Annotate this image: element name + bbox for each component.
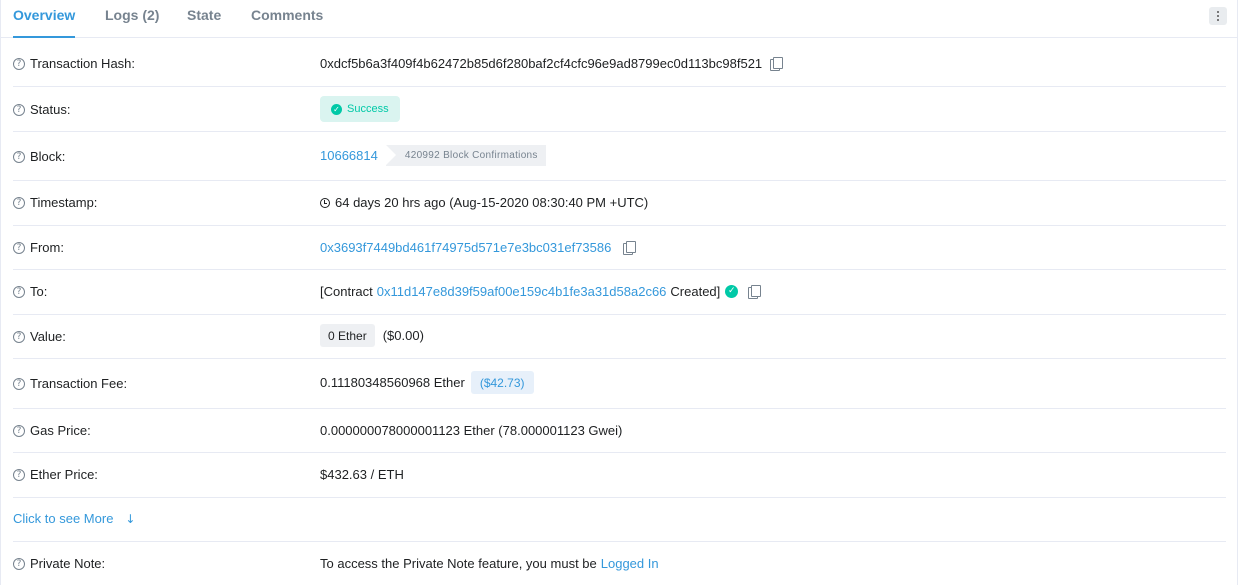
row-gas-price: ? Gas Price: 0.000000078000001123 Ether … <box>13 409 1226 453</box>
question-circle-icon[interactable]: ? <box>13 557 25 570</box>
copy-icon[interactable] <box>770 57 784 71</box>
copy-icon[interactable] <box>748 285 762 299</box>
tab-overview[interactable]: Overview <box>13 0 76 38</box>
row-from: ? From: 0x3693f7449bd461f74975d571e7e3bc… <box>13 226 1226 270</box>
question-circle-icon[interactable]: ? <box>13 330 25 343</box>
label-value: Value: <box>30 329 66 344</box>
to-suffix: Created] <box>670 284 721 299</box>
value-usd: ($0.00) <box>382 328 424 343</box>
row-timestamp: ? Timestamp: 64 days 20 hrs ago (Aug-15-… <box>13 181 1226 226</box>
row-transaction-fee: ? Transaction Fee: 0.11180348560968 Ethe… <box>13 359 1226 409</box>
row-to: ? To: [Contract 0x11d147e8d39f59af00e159… <box>13 270 1226 315</box>
label-to: To: <box>30 284 48 299</box>
row-status: ? Status: ✓ Success <box>13 87 1226 132</box>
check-circle-icon: ✓ <box>725 285 739 298</box>
contract-address-link[interactable]: 0x11d147e8d39f59af00e159c4b1fe3a31d58a2c… <box>377 284 667 299</box>
tab-logs[interactable]: Logs (2) <box>105 0 159 38</box>
from-address-link[interactable]: 0x3693f7449bd461f74975d571e7e3bc031ef735… <box>320 240 611 255</box>
block-number-link[interactable]: 10666814 <box>320 148 378 163</box>
arrow-down-icon: ↓ <box>125 511 136 526</box>
status-badge: ✓ Success <box>320 96 400 122</box>
label-ether-price: Ether Price: <box>30 467 98 482</box>
question-circle-icon[interactable]: ? <box>13 468 25 481</box>
question-circle-icon[interactable]: ? <box>13 377 25 390</box>
see-more-link[interactable]: Click to see More ↓ <box>13 511 135 526</box>
label-transaction-fee: Transaction Fee: <box>30 376 128 391</box>
transaction-details-card: Overview Logs (2) State Comments ? Trans… <box>0 0 1238 585</box>
tab-state[interactable]: State <box>187 0 221 38</box>
label-transaction-hash: Transaction Hash: <box>30 56 136 71</box>
value-amount-badge: 0 Ether <box>320 324 375 347</box>
transaction-fee-value: 0.11180348560968 Ether <box>320 375 465 390</box>
row-value: ? Value: 0 Ether ($0.00) <box>13 315 1226 359</box>
question-circle-icon[interactable]: ? <box>13 57 25 70</box>
block-confirmations-badge: 420992 Block Confirmations <box>385 145 546 166</box>
row-private-note: ? Private Note: To access the Private No… <box>13 542 1226 585</box>
label-private-note: Private Note: <box>30 556 106 571</box>
question-circle-icon[interactable]: ? <box>13 150 25 163</box>
label-from: From: <box>30 240 64 255</box>
clock-icon <box>320 197 330 208</box>
logged-in-link[interactable]: Logged In <box>601 556 659 571</box>
label-timestamp: Timestamp: <box>30 195 98 210</box>
label-status: Status: <box>30 102 71 117</box>
row-block: ? Block: 10666814 420992 Block Confirmat… <box>13 132 1226 181</box>
question-circle-icon[interactable]: ? <box>13 241 25 254</box>
timestamp-value: 64 days 20 hrs ago (Aug-15-2020 08:30:40… <box>335 195 649 210</box>
kebab-menu-icon[interactable] <box>1209 7 1227 25</box>
transaction-fee-usd-badge: ($42.73) <box>470 371 534 394</box>
status-value: Success <box>347 103 389 115</box>
label-gas-price: Gas Price: <box>30 423 91 438</box>
row-transaction-hash: ? Transaction Hash: 0xdcf5b6a3f409f4b624… <box>13 38 1226 87</box>
tab-bar: Overview Logs (2) State Comments <box>1 0 1238 38</box>
question-circle-icon[interactable]: ? <box>13 285 25 298</box>
tab-comments[interactable]: Comments <box>251 0 323 38</box>
to-prefix: [Contract <box>320 284 373 299</box>
label-block: Block: <box>30 149 66 164</box>
question-circle-icon[interactable]: ? <box>13 424 25 437</box>
transaction-hash-value: 0xdcf5b6a3f409f4b62472b85d6f280baf2cf4cf… <box>320 56 763 71</box>
copy-icon[interactable] <box>623 241 637 255</box>
see-more-label: Click to see More <box>13 511 114 526</box>
private-note-text: To access the Private Note feature, you … <box>320 556 597 571</box>
gas-price-value: 0.000000078000001123 Ether (78.000001123… <box>320 423 623 438</box>
check-circle-icon: ✓ <box>331 103 342 115</box>
row-see-more <box>13 498 1226 542</box>
question-circle-icon[interactable]: ? <box>13 196 25 209</box>
row-ether-price: ? Ether Price: $432.63 / ETH <box>13 453 1226 498</box>
ether-price-value: $432.63 / ETH <box>320 467 404 482</box>
question-circle-icon[interactable]: ? <box>13 103 25 116</box>
